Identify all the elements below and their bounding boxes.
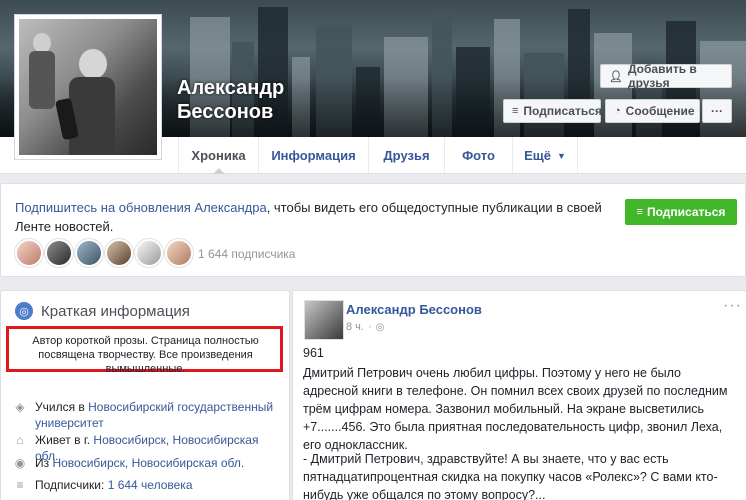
rss-icon: ≡ xyxy=(636,206,643,218)
profile-name-first: Александр xyxy=(177,77,285,99)
followers-link[interactable]: 1 644 человека xyxy=(108,478,193,492)
bio-highlight-box: Автор короткой прозы. Страница полностью… xyxy=(6,326,283,375)
post-options-button[interactable]: ··· xyxy=(723,297,742,315)
post-author-name[interactable]: Александр Бессонов xyxy=(346,302,482,317)
post-timestamp[interactable]: 8 ч. xyxy=(346,321,364,333)
follow-subscribe-button[interactable]: ≡ Подписаться xyxy=(625,199,737,225)
follower-avatar[interactable] xyxy=(45,239,73,267)
globe-icon[interactable]: ◎ xyxy=(376,322,385,333)
tab-about-label: Информация xyxy=(271,148,356,163)
subscribe-button[interactable]: ≡ Подписаться xyxy=(503,99,602,123)
follower-avatar[interactable] xyxy=(105,239,133,267)
follow-prompt-text: Подпишитесь на обновления Александра, чт… xyxy=(15,198,615,236)
add-friend-icon: 👤︎ xyxy=(609,70,623,83)
lives-in-prefix: Живет в г. xyxy=(35,433,94,447)
follower-avatar[interactable] xyxy=(165,239,193,267)
profile-picture[interactable] xyxy=(14,14,162,160)
education-prefix: Учился в xyxy=(35,400,89,414)
from-prefix: Из xyxy=(35,456,53,470)
tab-more[interactable]: Ещё ▼ xyxy=(512,137,578,174)
profile-name[interactable]: Александр Бессонов xyxy=(177,76,327,124)
education-row: ◈ Учился в Новосибирский государственный… xyxy=(13,399,283,431)
education-text: Учился в Новосибирский государственный у… xyxy=(35,399,283,431)
followers-text: Подписчики: 1 644 человека xyxy=(35,477,193,493)
post-paragraph: - Дмитрий Петрович, здравствуйте! А вы з… xyxy=(303,452,718,500)
graduation-cap-icon: ◈ xyxy=(15,400,25,414)
add-friend-label: Добавить в друзья xyxy=(627,62,697,90)
message-button[interactable]: ◔ Сообщение xyxy=(605,99,700,123)
post-title-number: 961 xyxy=(303,346,324,360)
intro-title: Краткая информация xyxy=(41,302,190,320)
tab-more-label: Ещё xyxy=(524,148,551,163)
follower-avatar[interactable] xyxy=(135,239,163,267)
from-row: ◉ Из Новосибирск, Новосибирская обл. xyxy=(13,455,283,471)
tab-about[interactable]: Информация xyxy=(258,137,368,174)
profile-photo-image xyxy=(19,19,157,155)
chevron-down-icon: ▼ xyxy=(556,150,566,161)
post-meta: 8 ч. · ◎ xyxy=(346,321,384,333)
more-options-button[interactable]: ··· xyxy=(702,99,732,123)
tab-timeline-label: Хроника xyxy=(191,148,246,163)
follow-subscribe-label: Подписаться xyxy=(646,205,726,219)
tab-timeline[interactable]: Хроника xyxy=(178,137,258,174)
bio-text: Автор короткой прозы. Страница полностью… xyxy=(32,335,259,375)
more-dots-icon: ··· xyxy=(711,104,723,118)
intro-card: ◎ Краткая информация Автор короткой проз… xyxy=(0,290,290,500)
follow-prompt-card: Подпишитесь на обновления Александра, чт… xyxy=(0,183,746,277)
tab-friends-label: Друзья xyxy=(383,148,430,163)
post-paragraph: Дмитрий Петрович очень любил цифры. Поэт… xyxy=(303,366,728,452)
messenger-icon: ◔ xyxy=(614,105,621,117)
from-link[interactable]: Новосибирск, Новосибирская обл. xyxy=(52,456,244,470)
post-author-avatar[interactable] xyxy=(304,300,344,340)
message-label: Сообщение xyxy=(625,104,695,118)
subscriber-count[interactable]: 1 644 подписчика xyxy=(198,247,295,261)
globe-icon: ◎ xyxy=(15,302,33,320)
from-text: Из Новосибирск, Новосибирская обл. xyxy=(35,455,244,471)
tab-photos-label: Фото xyxy=(462,148,495,163)
followers-row: ≡ Подписчики: 1 644 человека xyxy=(13,477,283,493)
rss-icon: ≡ xyxy=(512,105,519,117)
follow-prompt-link[interactable]: Подпишитесь на обновления Александра xyxy=(15,200,267,215)
location-pin-icon: ◉ xyxy=(14,456,26,470)
tab-photos[interactable]: Фото xyxy=(444,137,512,174)
follower-avatar[interactable] xyxy=(75,239,103,267)
followers-prefix: Подписчики: xyxy=(35,478,108,492)
follower-avatar[interactable] xyxy=(15,239,43,267)
add-friend-button[interactable]: 👤︎ Добавить в друзья xyxy=(600,62,732,90)
tab-friends[interactable]: Друзья xyxy=(368,137,444,174)
subscribe-label: Подписаться xyxy=(523,104,602,118)
profile-name-last: Бессонов xyxy=(177,101,274,123)
rss-icon: ≡ xyxy=(16,478,24,492)
intro-header: ◎ Краткая информация xyxy=(15,302,190,320)
separator-dot: · xyxy=(367,321,372,333)
post-card: Александр Бессонов 8 ч. · ◎ ··· 961 Дмит… xyxy=(292,290,746,500)
